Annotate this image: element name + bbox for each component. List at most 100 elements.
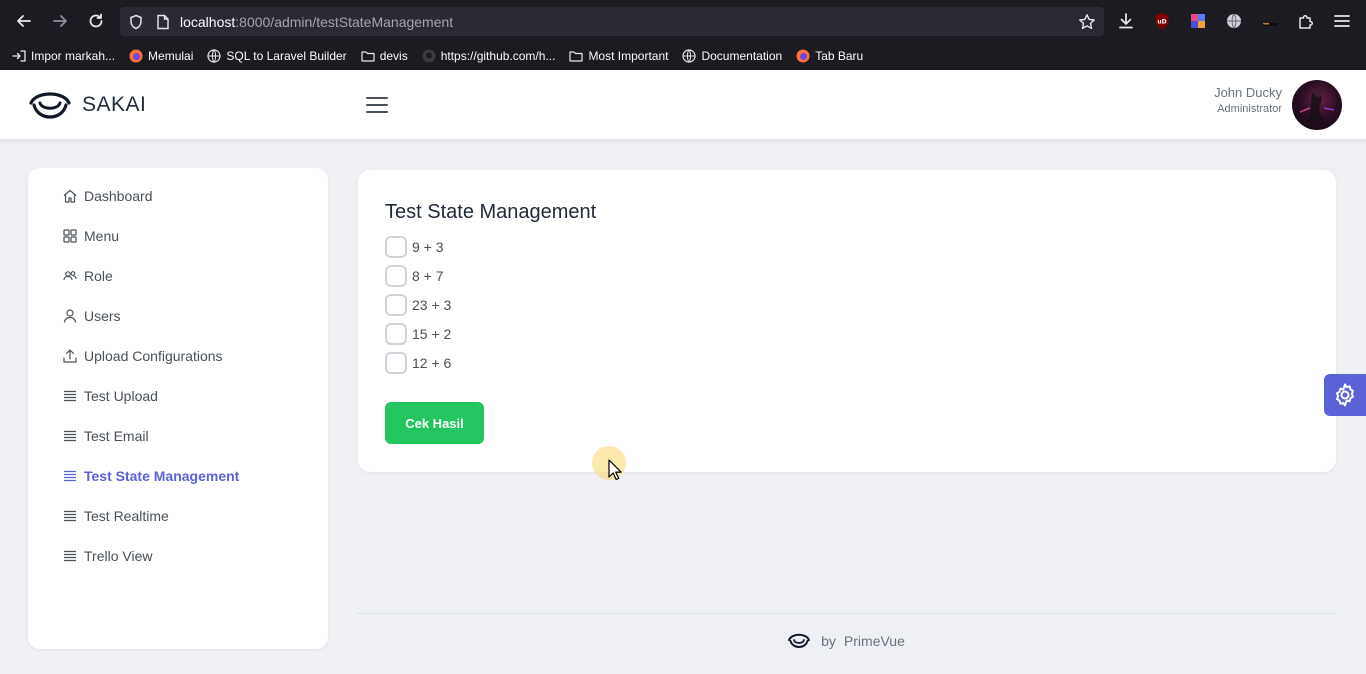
sidebar: Dashboard Menu Role Users Upload Configu… xyxy=(28,168,328,649)
sidebar-item-menu[interactable]: Menu xyxy=(62,226,119,246)
svg-text:uD: uD xyxy=(1157,19,1166,26)
checkbox-item[interactable]: 9 + 3 xyxy=(385,236,444,258)
globe-extension-icon[interactable] xyxy=(1222,9,1246,33)
user-icon xyxy=(62,308,78,324)
checkbox-label[interactable]: 8 + 7 xyxy=(412,268,444,284)
extensions-puzzle-icon[interactable] xyxy=(1294,9,1318,33)
checkbox-item[interactable]: 8 + 7 xyxy=(385,265,444,287)
bookmark-memulai[interactable]: Memulai xyxy=(129,49,193,63)
sakai-logo-icon xyxy=(28,86,72,124)
page-icon[interactable] xyxy=(156,14,170,30)
ublock-extension-icon[interactable]: uD xyxy=(1150,9,1174,33)
list-icon xyxy=(62,428,78,444)
page-title: Test State Management xyxy=(385,201,597,223)
url-bar[interactable]: localhost:8000/admin/testStateManagement xyxy=(120,7,1104,36)
checkbox-item[interactable]: 12 + 6 xyxy=(385,352,451,374)
sidebar-item-label: Trello View xyxy=(84,548,153,564)
back-button[interactable] xyxy=(12,9,36,33)
sidebar-item-users[interactable]: Users xyxy=(62,306,121,326)
list-icon xyxy=(62,388,78,404)
th-large-icon xyxy=(62,228,78,244)
sidebar-item-label: Role xyxy=(84,268,113,284)
upload-icon xyxy=(62,348,78,364)
checkbox[interactable] xyxy=(385,236,407,258)
url-text[interactable]: localhost:8000/admin/testStateManagement xyxy=(180,14,453,30)
sidebar-item-label: Users xyxy=(84,308,121,324)
bookmark-sql-laravel[interactable]: SQL to Laravel Builder xyxy=(207,48,347,63)
user-role: Administrator xyxy=(1217,103,1282,115)
shield-icon[interactable] xyxy=(128,14,144,30)
list-icon xyxy=(62,548,78,564)
users-icon xyxy=(62,268,78,284)
bookmark-github[interactable]: https://github.com/h... xyxy=(422,49,555,63)
sidebar-item-label: Dashboard xyxy=(84,188,153,204)
sidebar-item-label: Upload Configurations xyxy=(84,348,223,364)
app-menu-icon[interactable] xyxy=(1330,9,1354,33)
dark-extension-icon[interactable] xyxy=(1258,9,1282,33)
footer-logo-icon xyxy=(787,631,811,651)
firefox-icon xyxy=(129,49,143,63)
bars-icon xyxy=(366,97,388,113)
browser-toolbar: localhost:8000/admin/testStateManagement… xyxy=(0,0,1366,70)
checkbox-label[interactable]: 15 + 2 xyxy=(412,326,451,342)
sidebar-item-label: Test State Management xyxy=(84,468,240,484)
app-topbar: SAKAI John Ducky Administrator xyxy=(0,70,1366,140)
footer-by: by xyxy=(821,632,836,649)
bookmark-most-important[interactable]: Most Important xyxy=(569,49,668,63)
avatar[interactable] xyxy=(1292,80,1342,130)
list-icon xyxy=(62,508,78,524)
checkbox-label[interactable]: 12 + 6 xyxy=(412,355,451,371)
bookmark-label: Impor markah... xyxy=(31,48,116,63)
firefox-icon xyxy=(796,49,810,63)
checkbox-label[interactable]: 23 + 3 xyxy=(412,297,451,313)
checkbox[interactable] xyxy=(385,352,407,374)
bookmark-label: Documentation xyxy=(701,48,783,63)
brand-name: SAKAI xyxy=(82,93,147,116)
folder-icon xyxy=(569,49,584,63)
sidebar-item-upload-configurations[interactable]: Upload Configurations xyxy=(62,346,223,366)
url-host: localhost xyxy=(180,13,236,30)
import-icon xyxy=(12,49,26,63)
bookmark-label: devis xyxy=(379,48,408,63)
sidebar-item-dashboard[interactable]: Dashboard xyxy=(62,186,153,206)
footer-brand: PrimeVue xyxy=(843,632,905,649)
checkbox-label[interactable]: 9 + 3 xyxy=(412,239,444,255)
footer: by PrimeVue xyxy=(356,613,1336,667)
globe-icon xyxy=(682,48,697,63)
extension-colorful-icon[interactable] xyxy=(1186,9,1210,33)
user-name: John Ducky xyxy=(1214,85,1282,100)
bookmarks-bar: Impor markah... Memulai SQL to Laravel B… xyxy=(0,42,1366,69)
download-icon[interactable] xyxy=(1114,9,1138,33)
menu-toggle-button[interactable] xyxy=(366,96,388,114)
bookmark-devis[interactable]: devis xyxy=(361,49,408,63)
user-info[interactable]: John Ducky Administrator xyxy=(1214,85,1282,115)
forward-button[interactable] xyxy=(48,9,72,33)
bookmark-import[interactable]: Impor markah... xyxy=(12,49,115,63)
gear-icon xyxy=(1336,383,1354,407)
checkbox[interactable] xyxy=(385,265,407,287)
list-icon xyxy=(62,468,78,484)
sidebar-item-label: Menu xyxy=(84,228,120,244)
github-icon xyxy=(422,49,436,63)
globe-icon xyxy=(207,48,221,63)
checkbox-item[interactable]: 23 + 3 xyxy=(385,294,451,316)
app-logo[interactable]: SAKAI xyxy=(28,86,146,124)
cek-hasil-button[interactable]: Cek Hasil xyxy=(385,402,484,444)
sidebar-item-test-state-management[interactable]: Test State Management xyxy=(62,466,239,486)
sidebar-item-role[interactable]: Role xyxy=(62,266,113,286)
bookmark-star-icon[interactable] xyxy=(1078,13,1096,31)
layout-config-button[interactable] xyxy=(1324,374,1366,416)
checkbox[interactable] xyxy=(385,323,407,345)
sidebar-item-test-realtime[interactable]: Test Realtime xyxy=(62,506,169,526)
sidebar-item-trello-view[interactable]: Trello View xyxy=(62,546,152,566)
home-icon xyxy=(62,188,78,204)
sidebar-item-test-upload[interactable]: Test Upload xyxy=(62,386,158,406)
bookmark-label: Most Important xyxy=(588,48,669,63)
reload-button[interactable] xyxy=(84,9,108,33)
main-card: Test State Management 9 + 3 8 + 7 23 + 3… xyxy=(358,170,1336,472)
sidebar-item-test-email[interactable]: Test Email xyxy=(62,426,149,446)
bookmark-tab-baru[interactable]: Tab Baru xyxy=(796,49,863,63)
bookmark-documentation[interactable]: Documentation xyxy=(682,49,782,63)
checkbox-item[interactable]: 15 + 2 xyxy=(385,323,451,345)
checkbox[interactable] xyxy=(385,294,407,316)
